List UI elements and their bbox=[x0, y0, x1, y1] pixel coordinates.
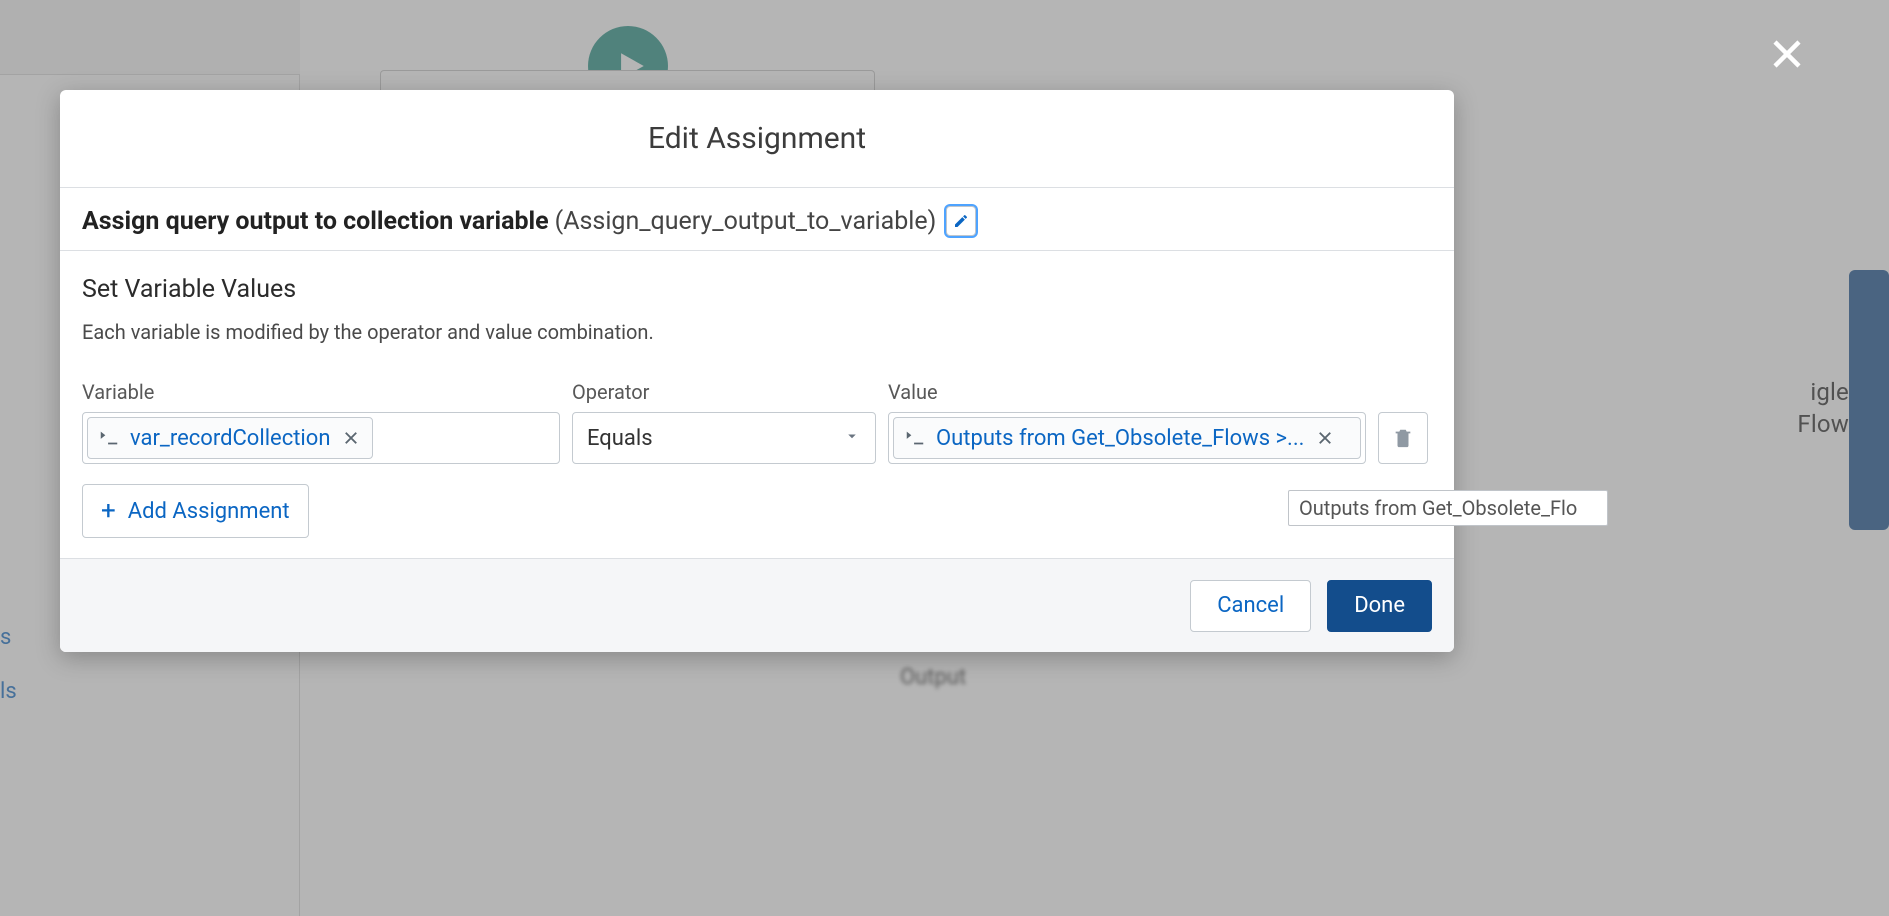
edit-name-button[interactable] bbox=[946, 206, 976, 236]
chevron-down-icon bbox=[843, 427, 861, 449]
section-title: Set Variable Values bbox=[82, 275, 1432, 304]
clear-value-button[interactable] bbox=[1314, 427, 1336, 449]
resource-icon bbox=[98, 427, 120, 449]
value-label: Value bbox=[888, 380, 1366, 404]
element-api-name: (Assign_query_output_to_variable) bbox=[555, 207, 937, 236]
operator-column: Operator Equals bbox=[572, 380, 876, 464]
dialog-footer: Cancel Done bbox=[60, 558, 1454, 652]
variable-pill-text: var_recordCollection bbox=[130, 426, 330, 451]
resource-icon bbox=[904, 427, 926, 449]
done-label: Done bbox=[1354, 593, 1405, 618]
element-label: Assign query output to collection variab… bbox=[82, 207, 549, 236]
operator-value: Equals bbox=[587, 426, 653, 451]
trash-icon bbox=[1392, 427, 1414, 449]
assignment-row: Variable var_recordCollection Operator bbox=[82, 380, 1432, 464]
operator-select[interactable]: Equals bbox=[572, 412, 876, 464]
edit-assignment-dialog: Edit Assignment Assign query output to c… bbox=[60, 90, 1454, 652]
add-assignment-label: Add Assignment bbox=[128, 499, 290, 524]
cancel-label: Cancel bbox=[1217, 593, 1284, 618]
done-button[interactable]: Done bbox=[1327, 580, 1432, 632]
element-name-bar: Assign query output to collection variab… bbox=[60, 188, 1454, 251]
variable-input[interactable]: var_recordCollection bbox=[82, 412, 560, 464]
close-dialog-button[interactable] bbox=[1767, 34, 1807, 74]
operator-label: Operator bbox=[572, 380, 876, 404]
plus-icon: + bbox=[101, 498, 116, 524]
value-input[interactable]: Outputs from Get_Obsolete_Flows >... bbox=[888, 412, 1366, 464]
delete-row-button[interactable] bbox=[1378, 412, 1428, 464]
tooltip-text: Outputs from Get_Obsolete_Flo bbox=[1299, 496, 1577, 520]
variable-column: Variable var_recordCollection bbox=[82, 380, 560, 464]
dialog-header: Edit Assignment bbox=[60, 90, 1454, 188]
cancel-button[interactable]: Cancel bbox=[1190, 580, 1311, 632]
dialog-body: Set Variable Values Each variable is mod… bbox=[60, 251, 1454, 558]
value-pill-text: Outputs from Get_Obsolete_Flows >... bbox=[936, 426, 1304, 451]
delete-column bbox=[1378, 412, 1428, 464]
variable-pill: var_recordCollection bbox=[87, 417, 373, 459]
value-pill: Outputs from Get_Obsolete_Flows >... bbox=[893, 417, 1361, 459]
dialog-title: Edit Assignment bbox=[648, 121, 866, 156]
value-tooltip: Outputs from Get_Obsolete_Flo bbox=[1288, 490, 1608, 526]
pencil-icon bbox=[953, 213, 969, 229]
variable-label: Variable bbox=[82, 380, 560, 404]
add-assignment-button[interactable]: + Add Assignment bbox=[82, 484, 309, 538]
clear-variable-button[interactable] bbox=[340, 427, 362, 449]
value-column: Value Outputs from Get_Obsolete_Flows >.… bbox=[888, 380, 1366, 464]
section-description: Each variable is modified by the operato… bbox=[82, 320, 1432, 344]
